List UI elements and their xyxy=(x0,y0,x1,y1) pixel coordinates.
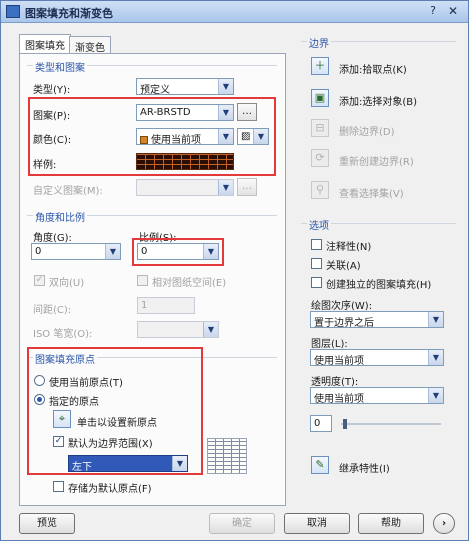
chevron-down-icon: ▼ xyxy=(105,244,120,259)
spacing-input[interactable]: 1 xyxy=(137,297,195,314)
add-pick-points-icon[interactable]: ＋ xyxy=(311,57,329,75)
ok-button[interactable]: 确定 xyxy=(209,513,275,534)
group-title-type-pattern: 类型和图案 xyxy=(33,59,87,74)
view-selections-label[interactable]: 查看选择集(V) xyxy=(339,185,404,200)
tab-hatch[interactable]: 图案填充 xyxy=(19,34,71,54)
spacing-label: 间距(C): xyxy=(33,305,72,316)
chevron-down-icon: ▼ xyxy=(428,388,443,403)
view-selections-icon[interactable]: ⚲ xyxy=(311,181,329,199)
custom-pattern-select[interactable]: ▼ xyxy=(136,179,234,196)
add-select-objects-label[interactable]: 添加:选择对象(B) xyxy=(339,93,417,108)
relative-paperspace-checkbox[interactable] xyxy=(137,275,148,286)
draw-order-select[interactable]: 置于边界之后 ▼ xyxy=(310,311,444,328)
chevron-down-icon: ▼ xyxy=(218,79,233,94)
highlight-hatch-origin xyxy=(27,347,203,475)
type-select-value: 预定义 xyxy=(140,85,170,95)
separate-hatches-label: 创建独立的图案填充(H) xyxy=(326,280,432,291)
associative-checkbox[interactable] xyxy=(311,258,322,269)
recreate-boundary-icon[interactable]: ⟳ xyxy=(311,149,329,167)
transparency-slider-thumb[interactable] xyxy=(343,419,347,429)
group-title-angle-scale: 角度和比例 xyxy=(33,209,87,224)
highlight-scale xyxy=(132,238,224,266)
separate-hatches-checkbox[interactable] xyxy=(311,277,322,288)
draw-order-value: 置于边界之后 xyxy=(314,318,374,328)
transparency-value: 使用当前项 xyxy=(314,394,364,404)
type-label: 类型(Y): xyxy=(33,85,71,96)
add-select-objects-icon[interactable]: ▣ xyxy=(311,89,329,107)
transparency-slider-track[interactable] xyxy=(341,423,441,425)
group-title-boundaries: 边界 xyxy=(307,35,331,50)
angle-label: 角度(G): xyxy=(33,233,72,244)
help-button[interactable]: 帮助 xyxy=(358,513,424,534)
chevron-down-icon: ▼ xyxy=(428,312,443,327)
layer-select[interactable]: 使用当前项 ▼ xyxy=(310,349,444,366)
inherit-properties-label[interactable]: 继承特性(I) xyxy=(339,460,390,475)
preview-button[interactable]: 预览 xyxy=(19,513,75,534)
title-bar[interactable]: 图案填充和渐变色 ? ✕ xyxy=(1,1,468,23)
app-icon xyxy=(6,5,20,18)
double-label: 双向(U) xyxy=(49,278,85,289)
chevron-down-icon: ▼ xyxy=(218,180,233,195)
annotative-checkbox[interactable] xyxy=(311,239,322,250)
help-icon[interactable]: ? xyxy=(424,4,442,20)
group-title-options: 选项 xyxy=(307,217,331,232)
angle-select-value: 0 xyxy=(35,246,42,257)
double-checkbox[interactable]: ✓ xyxy=(34,275,45,286)
close-icon[interactable]: ✕ xyxy=(444,4,462,20)
dialog-title: 图案填充和渐变色 xyxy=(25,7,113,20)
associative-label: 关联(A) xyxy=(326,261,361,272)
highlight-pattern-color-sample xyxy=(28,97,276,176)
angle-select[interactable]: 0 ▼ xyxy=(31,243,121,260)
transparency-select[interactable]: 使用当前项 ▼ xyxy=(310,387,444,404)
layer-label: 图层(L): xyxy=(311,339,348,350)
add-pick-points-label[interactable]: 添加:拾取点(K) xyxy=(339,61,407,76)
store-default-origin-label: 存储为默认原点(F) xyxy=(68,484,152,495)
chevron-down-icon: ▼ xyxy=(428,350,443,365)
layer-value: 使用当前项 xyxy=(314,356,364,366)
remove-boundaries-label[interactable]: 删除边界(D) xyxy=(339,123,395,138)
custom-pattern-label: 自定义图案(M): xyxy=(33,186,103,197)
transparency-label: 透明度(T): xyxy=(311,377,359,388)
hatch-gradient-dialog: 图案填充和渐变色 ? ✕ 图案填充 渐变色 类型和图案 类型(Y): 预定义 ▼… xyxy=(0,0,469,541)
transparency-amount-input[interactable]: 0 xyxy=(310,415,332,432)
draw-order-label: 绘图次序(W): xyxy=(311,301,373,312)
iso-pen-width-select[interactable]: ▼ xyxy=(137,321,219,338)
tab-gradient[interactable]: 渐变色 xyxy=(69,36,111,54)
chevron-down-icon: ▼ xyxy=(203,322,218,337)
iso-pen-width-label: ISO 笔宽(O): xyxy=(33,329,93,340)
relative-paperspace-label: 相对图纸空间(E) xyxy=(152,278,227,289)
more-options-button[interactable]: › xyxy=(433,513,455,534)
store-default-origin-checkbox[interactable] xyxy=(53,481,64,492)
origin-preview-image xyxy=(207,438,247,474)
cancel-button[interactable]: 取消 xyxy=(284,513,350,534)
custom-pattern-browse-button[interactable]: … xyxy=(237,178,257,196)
type-select[interactable]: 预定义 ▼ xyxy=(136,78,234,95)
remove-boundaries-icon[interactable]: ⊟ xyxy=(311,119,329,137)
inherit-properties-icon[interactable]: ✎ xyxy=(311,456,329,474)
annotative-label: 注释性(N) xyxy=(326,242,372,253)
recreate-boundary-label[interactable]: 重新创建边界(R) xyxy=(339,153,414,168)
